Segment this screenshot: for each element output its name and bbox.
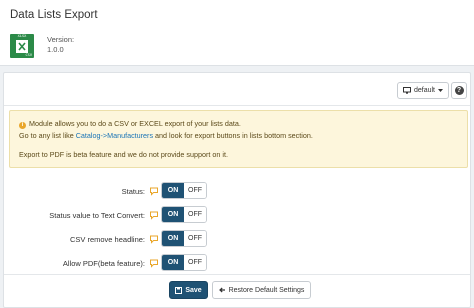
save-button[interactable]: Save (169, 281, 208, 299)
comment-help-icon[interactable] (149, 258, 159, 268)
document-icon (16, 40, 28, 53)
settings-panel: default ? i Module allows you to do a CSV… (3, 72, 471, 308)
version-label: Version: (47, 35, 75, 44)
setting-row-status: Status: ON OFF (4, 182, 470, 200)
switch-off[interactable]: OFF (184, 231, 206, 246)
theme-select-value: default (413, 87, 436, 94)
allow-pdf-switch[interactable]: ON OFF (161, 254, 207, 271)
restore-defaults-label: Restore Default Settings (228, 286, 305, 294)
status-switch[interactable]: ON OFF (161, 182, 207, 199)
switch-on[interactable]: ON (162, 207, 184, 222)
setting-row-allow-pdf: Allow PDF(beta feature): ON OFF (4, 254, 470, 272)
alert-line-1-text: Module allows you to do a CSV or EXCEL e… (29, 119, 241, 128)
status-text-convert-switch[interactable]: ON OFF (161, 206, 207, 223)
caret-down-icon (438, 89, 444, 92)
switch-off[interactable]: OFF (184, 255, 206, 270)
version-value: 1.0.0 (47, 45, 64, 54)
comment-help-icon[interactable] (149, 210, 159, 220)
switch-off[interactable]: OFF (184, 183, 206, 198)
comment-help-icon[interactable] (149, 234, 159, 244)
setting-label: Allow PDF(beta feature): (62, 259, 145, 268)
toolbar-divider (4, 105, 470, 106)
alert-line-2-suffix: and look for export buttons in lists bot… (153, 131, 313, 140)
alert-line-2-prefix: Go to any list like (19, 131, 76, 140)
restore-defaults-button[interactable]: Restore Default Settings (212, 281, 311, 299)
setting-label: CSV remove headline: (69, 235, 145, 244)
switch-on[interactable]: ON (162, 183, 184, 198)
page-title: Data Lists Export (10, 9, 98, 21)
help-circle-icon: ? (454, 86, 464, 95)
csv-remove-headline-switch[interactable]: ON OFF (161, 230, 207, 247)
info-alert: i Module allows you to do a CSV or EXCEL … (9, 110, 468, 168)
floppy-disk-icon (175, 286, 183, 294)
switch-on[interactable]: ON (162, 231, 184, 246)
setting-row-status-text-convert: Status value to Text Convert: ON OFF (4, 206, 470, 224)
alert-line-2: Go to any list like Catalog->Manufacture… (19, 131, 313, 140)
setting-label: Status value to Text Convert: (49, 211, 145, 220)
logo-bottom-text: CSV (25, 53, 33, 57)
setting-label: Status: (121, 187, 145, 196)
monitor-icon (402, 87, 411, 94)
alert-line-3: Export to PDF is beta feature and we do … (19, 150, 228, 159)
alert-line-1: i Module allows you to do a CSV or EXCEL … (19, 119, 241, 129)
excel-csv-logo-icon: XLSX CSV (10, 34, 34, 58)
catalog-manufacturers-link[interactable]: Catalog->Manufacturers (76, 131, 153, 140)
logo-top-text: XLSX (17, 34, 27, 38)
save-button-label: Save (185, 286, 202, 294)
footer-divider (4, 274, 470, 275)
comment-help-icon[interactable] (149, 186, 159, 196)
switch-off[interactable]: OFF (184, 207, 206, 222)
help-button[interactable]: ? (451, 82, 467, 99)
setting-row-csv-remove-headline: CSV remove headline: ON OFF (4, 230, 470, 248)
page-header: Data Lists Export XLSX CSV Version: 1.0.… (0, 0, 474, 66)
theme-select[interactable]: default (397, 82, 449, 99)
arrow-left-icon (218, 287, 225, 293)
info-icon: i (19, 122, 26, 129)
switch-on[interactable]: ON (162, 255, 184, 270)
